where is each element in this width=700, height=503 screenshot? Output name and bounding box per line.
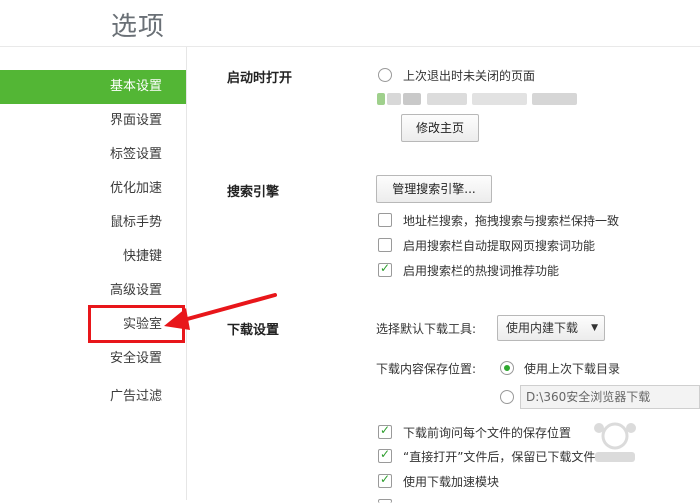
startup-section-title: 启动时打开 [227, 71, 293, 86]
search-section-title: 搜索引擎 [227, 185, 280, 200]
sidebar-item-ad-filter[interactable]: 广告过滤 [0, 380, 186, 414]
homepage-url-blurred [377, 93, 592, 105]
sidebar-item-advanced-settings[interactable]: 高级设置 [0, 274, 186, 308]
watermark-icon [594, 422, 636, 462]
last-dir-radio[interactable] [500, 361, 514, 375]
manage-search-engines-button[interactable]: 管理搜索引擎... [376, 175, 492, 203]
download-tool-label: 选择默认下载工具: [376, 322, 477, 336]
keep-opened-files-label: “直接打开”文件后，保留已下载文件 [403, 450, 596, 464]
download-tool-value: 使用内建下载 [506, 321, 579, 335]
sidebar-item-shortcuts[interactable]: 快捷键 [0, 240, 186, 274]
restore-pages-radio[interactable] [378, 68, 392, 82]
custom-dir-radio[interactable] [500, 390, 514, 404]
hot-search-label: 启用搜索栏的热搜词推荐功能 [403, 264, 560, 278]
auto-extract-label: 启用搜索栏自动提取网页搜索词功能 [403, 239, 596, 253]
sidebar-item-basic-settings[interactable]: 基本设置 [0, 70, 186, 104]
restore-pages-label: 上次退出时未关闭的页面 [403, 69, 536, 83]
window-header: 选项 [0, 0, 700, 47]
download-section-title: 下载设置 [227, 323, 280, 338]
ask-save-location-label: 下载前询问每个文件的保存位置 [403, 426, 572, 440]
last-dir-label: 使用上次下载目录 [524, 362, 621, 376]
sidebar-item-interface-settings[interactable]: 界面设置 [0, 104, 186, 138]
sidebar-item-security-settings[interactable]: 安全设置 [0, 342, 186, 376]
save-location-label: 下载内容保存位置: [376, 362, 477, 376]
custom-dir-path-field[interactable]: D:\360安全浏览器下载 [520, 385, 700, 409]
sidebar-item-optimize-speed[interactable]: 优化加速 [0, 172, 186, 206]
chevron-down-icon: ▼ [591, 323, 598, 333]
ask-save-location-checkbox[interactable] [378, 423, 392, 439]
sync-search-checkbox[interactable] [378, 213, 392, 227]
download-accel-label: 使用下载加速模块 [403, 475, 500, 489]
page-title: 选项 [111, 12, 166, 42]
download-accel-checkbox[interactable] [378, 472, 392, 488]
sidebar-item-tab-settings[interactable]: 标签设置 [0, 138, 186, 172]
keep-opened-files-checkbox[interactable] [378, 447, 392, 463]
auto-extract-checkbox[interactable] [378, 238, 392, 252]
change-homepage-button[interactable]: 修改主页 [401, 114, 479, 142]
sync-search-label: 地址栏搜索，拖拽搜索与搜索栏保持一致 [403, 214, 620, 228]
sidebar: 基本设置 界面设置 标签设置 优化加速 鼠标手势 快捷键 高级设置 实验室 安全… [0, 47, 187, 500]
download-tool-select[interactable]: 使用内建下载 ▼ [497, 315, 605, 341]
hot-search-checkbox[interactable] [378, 261, 392, 277]
sidebar-item-mouse-gestures[interactable]: 鼠标手势 [0, 206, 186, 240]
